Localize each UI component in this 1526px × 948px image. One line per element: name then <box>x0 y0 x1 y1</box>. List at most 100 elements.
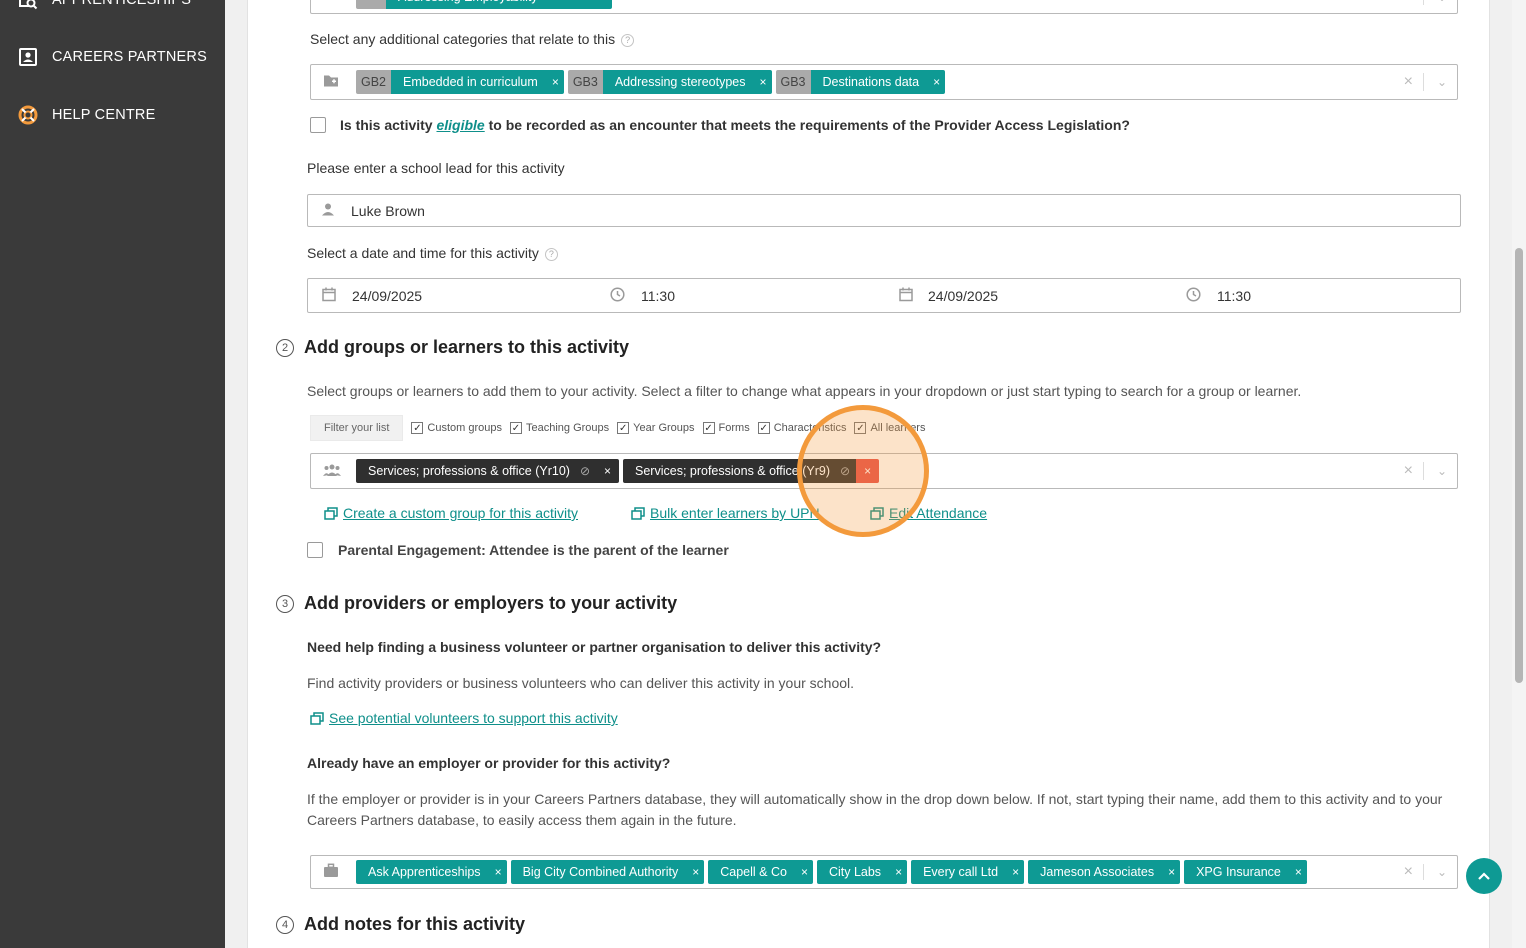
clock-icon <box>1186 286 1201 305</box>
remove-chip-icon[interactable]: × <box>690 860 705 884</box>
search-doc-icon <box>18 0 38 10</box>
filter-teaching-groups[interactable]: ✓ Teaching Groups <box>510 422 609 434</box>
bulk-enter-upn-link[interactable]: Bulk enter learners by UPN <box>631 505 820 521</box>
filter-custom-groups[interactable]: ✓ Custom groups <box>411 422 502 434</box>
additional-categories-label: Select any additional categories that re… <box>310 31 635 47</box>
see-volunteers-link[interactable]: See potential volunteers to support this… <box>310 710 618 726</box>
section-2-description: Select groups or learners to add them to… <box>307 383 1302 399</box>
provider-chip[interactable]: Capell & Co × <box>708 860 813 884</box>
category-chip[interactable]: GB2 Embedded in curriculum × <box>356 70 564 94</box>
sidebar-item-label: CAREERS PARTNERS <box>52 49 207 65</box>
existing-provider-description: If the employer or provider is in your C… <box>307 791 1443 828</box>
school-lead-input[interactable]: Luke Brown <box>307 194 1461 227</box>
datetime-label: Select a date and time for this activity… <box>307 245 558 261</box>
provider-chip[interactable]: City Labs × <box>816 860 908 884</box>
filter-your-list-label: Filter your list <box>310 415 404 441</box>
help-icon[interactable]: ? <box>621 33 635 47</box>
additional-categories-select[interactable]: GB2 Embedded in curriculum × GB3 Address… <box>310 64 1458 100</box>
chevron-down-icon[interactable]: ⌄ <box>1437 75 1447 89</box>
help-icon[interactable]: ? <box>544 247 558 261</box>
external-link-icon <box>631 506 645 520</box>
chevron-down-icon[interactable]: ⌄ <box>1437 464 1447 478</box>
datetime-range-input[interactable]: 24/09/2025 11:30 24/09/2025 11:30 <box>307 278 1461 313</box>
learner-group-chip[interactable]: Services; professions & office (Yr10) ⊘ … <box>356 459 620 483</box>
group-icon <box>323 463 341 479</box>
school-lead-label: Please enter a school lead for this acti… <box>307 160 565 176</box>
clock-icon <box>610 286 625 305</box>
remove-chip-icon[interactable]: × <box>798 860 813 884</box>
lifebuoy-icon <box>18 105 38 125</box>
volunteer-help-description: Find activity providers or business volu… <box>307 675 855 691</box>
step-number: 4 <box>276 915 294 934</box>
volunteer-help-heading: Need help finding a business volunteer o… <box>307 639 882 655</box>
contact-card-icon <box>18 47 38 67</box>
provider-chip[interactable]: Ask Apprenticeships × <box>356 860 507 884</box>
sidebar-item-apprenticeships[interactable]: APPRENTICESHIPS <box>18 0 191 10</box>
chevron-down-icon[interactable]: ⌄ <box>1437 865 1447 879</box>
briefcase-icon <box>323 863 339 881</box>
provider-chip[interactable]: Big City Combined Authority × <box>510 860 705 884</box>
exclude-icon[interactable]: ⊘ <box>577 459 596 483</box>
provider-chip[interactable]: Every call Ltd × <box>911 860 1025 884</box>
checkmark-icon: ✓ <box>411 422 424 434</box>
scrollbar[interactable] <box>1512 0 1526 948</box>
clear-icon[interactable]: × <box>1404 73 1413 91</box>
create-custom-group-link[interactable]: Create a custom group for this activity <box>324 505 578 521</box>
filter-forms[interactable]: ✓ Forms <box>702 422 750 434</box>
category-chip: Addressing Employability <box>356 0 612 9</box>
checkmark-icon: ✓ <box>617 422 630 434</box>
provider-chip[interactable]: Jameson Associates × <box>1028 860 1181 884</box>
sidebar-item-label: HELP CENTRE <box>52 107 156 123</box>
remove-chip-icon[interactable]: × <box>1166 860 1181 884</box>
end-date-value[interactable]: 24/09/2025 <box>928 288 998 304</box>
existing-provider-heading: Already have an employer or provider for… <box>307 755 671 771</box>
scroll-to-top-button[interactable] <box>1466 858 1502 894</box>
chevron-up-icon <box>1478 872 1490 880</box>
category-chip[interactable]: GB3 Destinations data × <box>775 70 946 94</box>
click-highlight <box>797 405 929 537</box>
clear-icon[interactable]: × <box>1404 863 1413 881</box>
remove-chip-icon[interactable]: × <box>1010 860 1025 884</box>
category-chip[interactable]: GB3 Addressing stereotypes × <box>567 70 772 94</box>
eligible-link[interactable]: eligible <box>436 117 484 133</box>
provider-chip[interactable]: XPG Insurance × <box>1184 860 1307 884</box>
start-date-value[interactable]: 24/09/2025 <box>352 288 422 304</box>
remove-chip-icon[interactable]: × <box>549 70 564 94</box>
remove-chip-icon[interactable]: × <box>757 70 772 94</box>
parental-engagement-label: Parental Engagement: Attendee is the par… <box>338 542 729 558</box>
sidebar-item-careers-partners[interactable]: CAREERS PARTNERS <box>18 47 207 67</box>
external-link-icon <box>324 506 338 520</box>
chevron-down-icon[interactable]: ⌄ <box>1437 0 1447 4</box>
remove-chip-icon[interactable]: × <box>893 860 908 884</box>
remove-chip-icon[interactable]: × <box>931 70 946 94</box>
main-category-select[interactable]: Addressing Employability ⌄ <box>310 0 1458 14</box>
sidebar-item-help-centre[interactable]: HELP CENTRE <box>18 105 155 125</box>
section-2-title: 2 Add groups or learners to this activit… <box>276 337 629 358</box>
checkmark-icon: ✓ <box>510 422 522 434</box>
folder-icon <box>323 74 339 91</box>
section-4-title: 4 Add notes for this activity <box>276 914 525 935</box>
calendar-icon <box>322 287 336 304</box>
remove-chip-icon[interactable]: × <box>596 459 620 483</box>
provider-select[interactable]: Ask Apprenticeships × Big City Combined A… <box>310 855 1458 889</box>
step-number: 3 <box>276 594 294 613</box>
start-time-value[interactable]: 11:30 <box>641 288 675 304</box>
checkmark-icon: ✓ <box>702 422 715 434</box>
parental-engagement-checkbox[interactable] <box>307 542 323 558</box>
calendar-icon <box>899 287 913 304</box>
sidebar-item-label: APPRENTICESHIPS <box>52 0 192 8</box>
provider-access-label: Is this activity eligible to be recorded… <box>340 117 1130 133</box>
end-time-value[interactable]: 11:30 <box>1217 288 1251 304</box>
section-3-title: 3 Add providers or employers to your act… <box>276 593 677 614</box>
sidebar: APPRENTICESHIPS CAREERS PARTNERS HELP CE… <box>0 0 225 948</box>
provider-access-checkbox[interactable] <box>310 117 326 133</box>
filter-year-groups[interactable]: ✓ Year Groups <box>617 422 695 434</box>
checkmark-icon: ✓ <box>757 422 770 434</box>
step-number: 2 <box>276 338 294 357</box>
clear-icon[interactable]: × <box>1404 462 1413 480</box>
scrollbar-thumb[interactable] <box>1515 248 1523 683</box>
remove-chip-icon[interactable]: × <box>492 860 507 884</box>
external-link-icon <box>310 711 324 725</box>
remove-chip-icon[interactable]: × <box>1292 860 1307 884</box>
user-icon <box>321 202 335 219</box>
